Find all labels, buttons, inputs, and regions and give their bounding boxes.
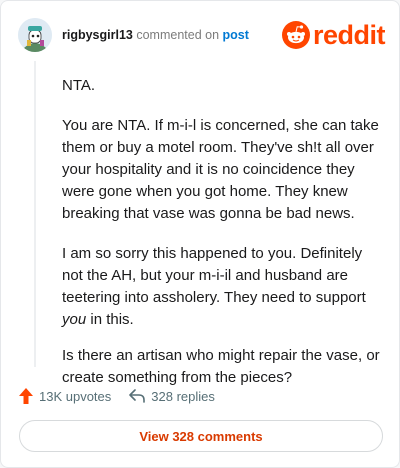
reply-arrow-icon — [129, 389, 146, 403]
view-comments-button[interactable]: View 328 comments — [19, 420, 383, 452]
comment-paragraph: NTA. — [62, 77, 96, 94]
avatar-icon — [18, 18, 52, 52]
thread-line[interactable] — [34, 61, 36, 367]
avatar[interactable] — [18, 18, 52, 52]
commented-on-text: commented on — [136, 28, 220, 42]
comment-header: rigbysgirl13 commented on post reddit — [18, 18, 386, 52]
post-link[interactable]: post — [223, 28, 249, 42]
comment-paragraph: You are NTA. If m-i-l is concerned, she … — [62, 117, 379, 222]
comment-actions: 13K upvotes 328 replies — [19, 385, 215, 407]
comment-text: I am so sorry this happened to you. Defi… — [62, 245, 366, 306]
comment-body: NTA. You are NTA. If m-i-l is concerned,… — [62, 75, 382, 407]
reddit-snoo-icon — [281, 21, 310, 49]
reddit-logo[interactable]: reddit — [281, 18, 386, 52]
reddit-wordmark: reddit — [312, 20, 386, 50]
upvote-count: 13K upvotes — [39, 388, 112, 404]
replies-button[interactable]: 328 replies — [129, 389, 215, 404]
comment-paragraph: I am so sorry this happened to you. Defi… — [62, 243, 382, 331]
comment-card: rigbysgirl13 commented on post reddit NT… — [0, 0, 400, 468]
username[interactable]: rigbysgirl13 — [62, 28, 133, 42]
reply-count: 328 replies — [151, 388, 215, 404]
comment-text: in this. — [86, 311, 134, 328]
emphasis-text: you — [62, 311, 87, 328]
comment-meta: rigbysgirl13 commented on post — [62, 27, 249, 43]
upvote-arrow-icon — [19, 388, 33, 404]
comment-paragraph: Is there an artisan who might repair the… — [62, 347, 380, 386]
upvote-button[interactable]: 13K upvotes — [19, 388, 111, 404]
